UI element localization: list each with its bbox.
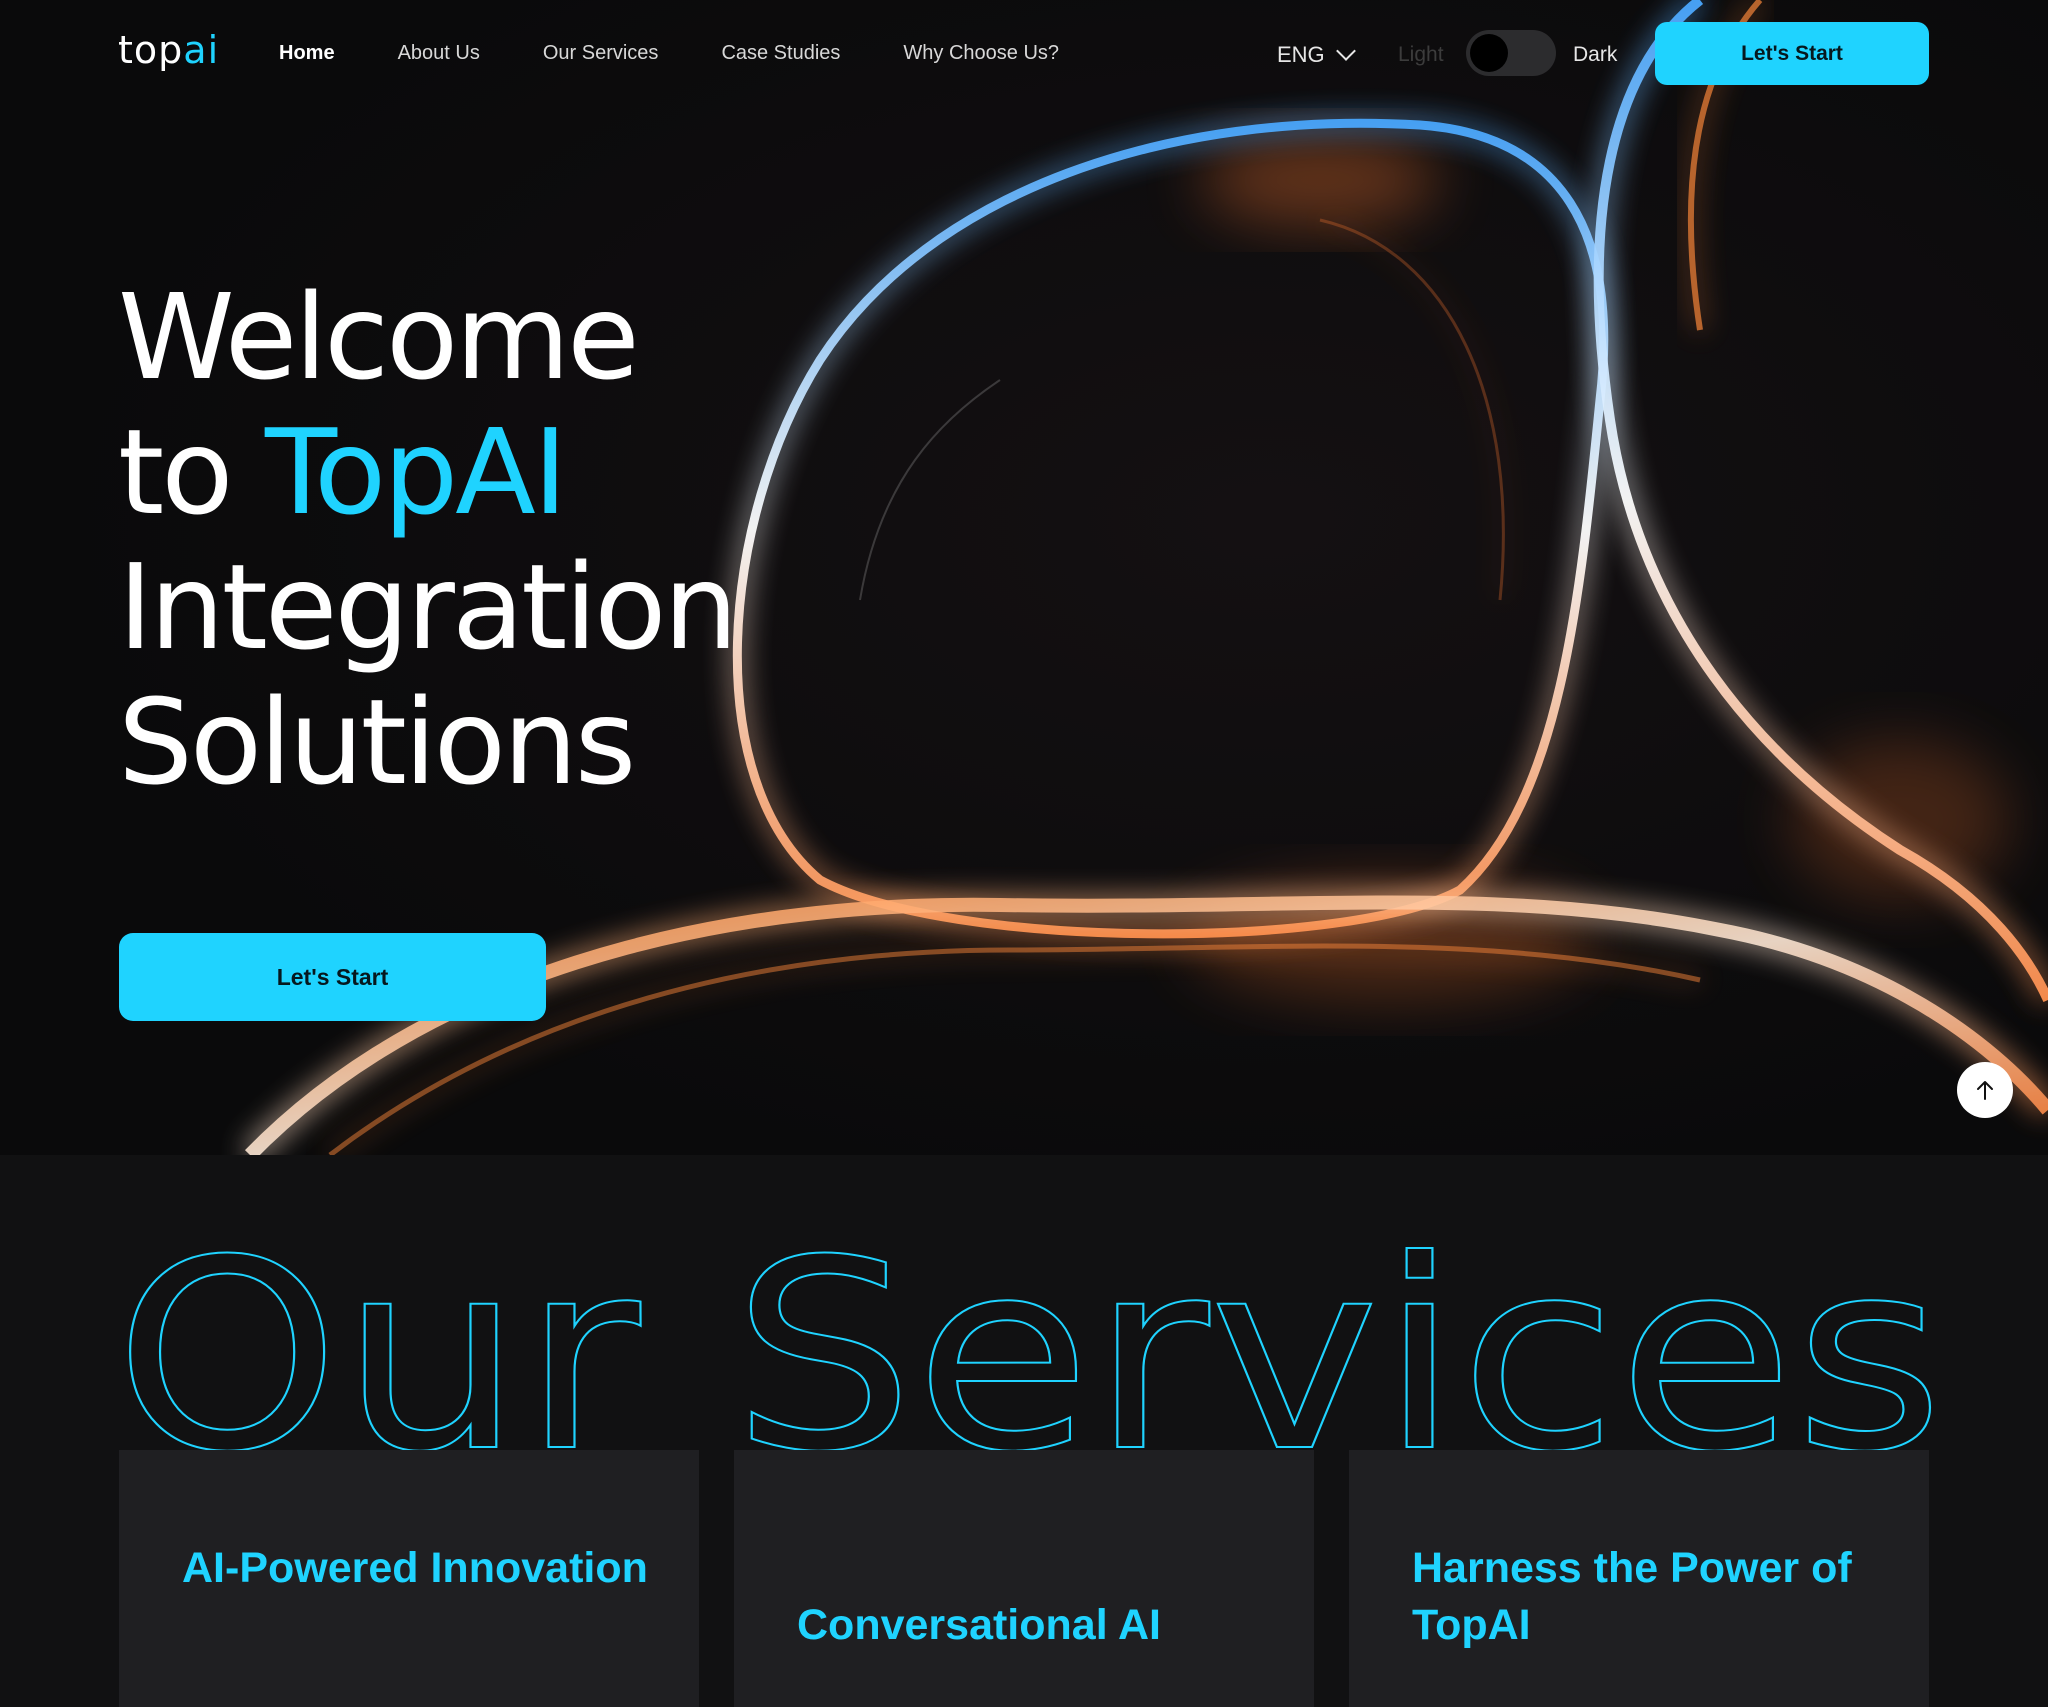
service-card-ai-powered-innovation[interactable]: AI-Powered Innovation xyxy=(119,1450,699,1707)
nav-link-our-services[interactable]: Our Services xyxy=(543,42,659,65)
logo[interactable]: topai xyxy=(118,28,219,72)
services-heading-text: Our Services xyxy=(114,1215,1944,1455)
language-label: ENG xyxy=(1277,42,1325,67)
hero-title-line-1: Welcome xyxy=(118,268,640,406)
nav-link-why-choose-us[interactable]: Why Choose Us? xyxy=(903,42,1059,65)
hero-title-brand: TopAI xyxy=(264,403,568,541)
hero-title: Welcome to TopAI Integration Solutions xyxy=(118,268,738,811)
theme-dark-label: Dark xyxy=(1573,43,1618,66)
services-heading: Our Services xyxy=(114,1215,1944,1455)
hero-title-line-4: Solutions xyxy=(118,673,636,811)
logo-text-ai: ai xyxy=(183,28,220,72)
service-card-title: AI-Powered Innovation xyxy=(182,1544,648,1592)
hero-title-line-3: Integration xyxy=(118,538,738,676)
nav-link-home[interactable]: Home xyxy=(279,42,335,65)
service-card-harness-power[interactable]: Harness the Power of TopAI xyxy=(1349,1450,1929,1707)
service-card-title: Conversational AI xyxy=(797,1601,1161,1649)
logo-text-top: top xyxy=(118,28,184,72)
nav-link-case-studies[interactable]: Case Studies xyxy=(721,42,840,65)
scroll-to-top-button[interactable] xyxy=(1957,1062,2013,1118)
theme-toggle-knob xyxy=(1470,34,1508,72)
language-selector[interactable]: ENG xyxy=(1277,41,1356,68)
theme-light-label: Light xyxy=(1398,43,1444,66)
nav-lets-start-button[interactable]: Let's Start xyxy=(1655,22,1929,85)
nav-links: Home About Us Our Services Case Studies … xyxy=(279,42,1122,65)
arrow-up-icon xyxy=(1977,1081,1993,1100)
nav-link-about-us[interactable]: About Us xyxy=(398,42,480,65)
service-card-title: Harness the Power of TopAI xyxy=(1412,1544,1852,1649)
hero-section: topai Home About Us Our Services Case St… xyxy=(0,0,2048,1155)
hero-title-line-2-prefix: to xyxy=(118,403,265,541)
theme-toggle[interactable] xyxy=(1466,30,1556,76)
hero-lets-start-button[interactable]: Let's Start xyxy=(119,933,546,1021)
service-card-conversational-ai[interactable]: Conversational AI xyxy=(734,1450,1314,1707)
chevron-down-icon xyxy=(1335,41,1356,61)
top-navigation: topai Home About Us Our Services Case St… xyxy=(0,0,2048,110)
